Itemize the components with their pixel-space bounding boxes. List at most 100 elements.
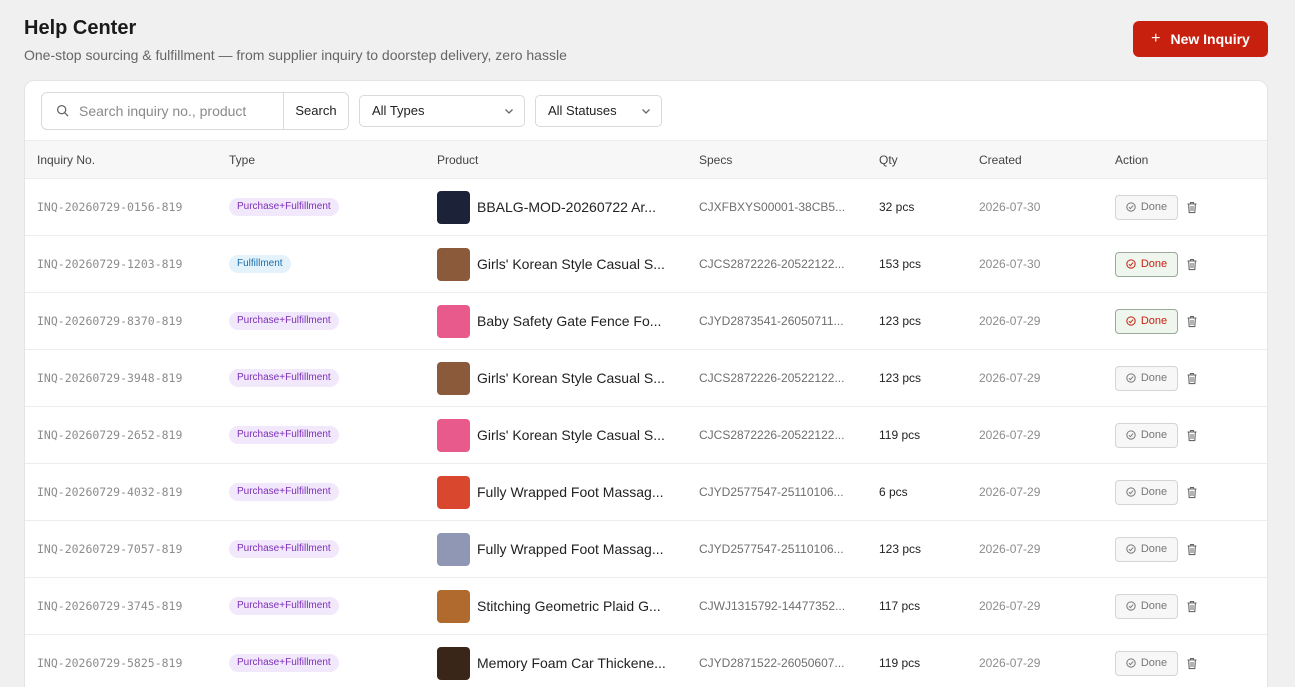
done-button[interactable]: Done	[1115, 593, 1178, 619]
delete-button[interactable]	[1186, 657, 1198, 670]
created-date: 2026-07-29	[979, 428, 1041, 442]
done-label: Done	[1140, 657, 1168, 669]
product-cell: Girls' Korean Style Casual S...	[437, 247, 687, 281]
page-title: Help Center	[24, 17, 137, 39]
type-filter-value: All Types	[372, 103, 425, 118]
column-header-type: Type	[217, 140, 425, 179]
type-badge: Fulfillment	[229, 255, 291, 273]
done-button[interactable]: Done	[1115, 650, 1178, 676]
specs-value: CJCS2872226-20522122...	[699, 371, 845, 385]
product-name: BBALG-MOD-20260722 Ar...	[477, 199, 656, 215]
done-button[interactable]: Done	[1115, 422, 1178, 448]
inquiry-number: INQ-20260729-2652-819	[37, 428, 183, 442]
type-badge: Purchase+Fulfillment	[229, 483, 339, 501]
created-date: 2026-07-29	[979, 485, 1041, 499]
type-badge: Purchase+Fulfillment	[229, 597, 339, 615]
page-header: Help Center One-stop sourcing & fulfillm…	[24, 16, 567, 64]
created-date: 2026-07-29	[979, 656, 1041, 670]
column-header-action: Action	[1103, 140, 1267, 179]
search-button[interactable]: Search	[283, 92, 348, 129]
table-row: INQ-20260729-1203-819 Fulfillment Girls'…	[25, 235, 1267, 293]
delete-button[interactable]	[1186, 258, 1198, 271]
created-date: 2026-07-29	[979, 371, 1041, 385]
delete-button[interactable]	[1186, 315, 1198, 328]
done-button[interactable]: Done	[1115, 536, 1178, 562]
chevron-down-icon	[642, 108, 650, 114]
product-cell: Girls' Korean Style Casual S...	[437, 361, 687, 395]
delete-button[interactable]	[1186, 600, 1198, 613]
new-inquiry-label: New Inquiry	[1170, 31, 1250, 47]
qty-value: 123 pcs	[879, 371, 922, 385]
product-thumbnail	[437, 589, 470, 623]
inquiry-number: INQ-20260729-8370-819	[37, 314, 183, 328]
plus-icon: +	[1151, 30, 1161, 47]
product-name: Fully Wrapped Foot Massag...	[477, 484, 664, 500]
trash-icon	[1187, 429, 1197, 441]
column-header-qty: Qty	[867, 140, 967, 179]
delete-button[interactable]	[1186, 201, 1198, 214]
type-badge: Purchase+Fulfillment	[229, 198, 339, 216]
inquiry-number: INQ-20260729-4032-819	[37, 485, 183, 499]
inquiry-number: INQ-20260729-5825-819	[37, 656, 183, 670]
search-box[interactable]	[42, 93, 283, 129]
done-button[interactable]: Done	[1115, 479, 1178, 505]
done-button[interactable]: Done	[1115, 308, 1178, 334]
specs-value: CJYD2577547-25110106...	[699, 542, 844, 556]
product-name: Memory Foam Car Thickene...	[477, 655, 666, 671]
done-button[interactable]: Done	[1115, 365, 1178, 391]
trash-icon	[1187, 486, 1197, 498]
table-row: INQ-20260729-8370-819 Purchase+Fulfillme…	[25, 292, 1267, 350]
delete-button[interactable]	[1186, 429, 1198, 442]
page-subtitle: One-stop sourcing & fulfillment — from s…	[24, 47, 567, 63]
check-circle-icon	[1126, 259, 1136, 269]
done-label: Done	[1140, 258, 1168, 270]
product-thumbnail	[437, 361, 470, 395]
inquiry-card: Search All Types All Statuses Inquiry No…	[24, 80, 1268, 687]
type-filter-select[interactable]: All Types	[359, 94, 525, 127]
table-row: INQ-20260729-0156-819 Purchase+Fulfillme…	[25, 178, 1267, 236]
type-badge: Purchase+Fulfillment	[229, 540, 339, 558]
specs-value: CJYD2873541-26050711...	[699, 314, 844, 328]
table-row: INQ-20260729-2652-819 Purchase+Fulfillme…	[25, 406, 1267, 464]
check-circle-icon	[1126, 316, 1136, 326]
product-name: Fully Wrapped Foot Massag...	[477, 541, 664, 557]
check-circle-icon	[1126, 601, 1136, 611]
done-button[interactable]: Done	[1115, 251, 1178, 277]
done-label: Done	[1140, 600, 1168, 612]
done-label: Done	[1140, 543, 1168, 555]
table-row: INQ-20260729-7057-819 Purchase+Fulfillme…	[25, 520, 1267, 578]
product-thumbnail	[437, 304, 470, 338]
product-thumbnail	[437, 475, 470, 509]
column-header-inquiry: Inquiry No.	[25, 140, 217, 179]
created-date: 2026-07-30	[979, 200, 1041, 214]
qty-value: 153 pcs	[879, 257, 922, 271]
inquiry-number: INQ-20260729-7057-819	[37, 542, 183, 556]
delete-button[interactable]	[1186, 486, 1198, 499]
trash-icon	[1187, 600, 1197, 612]
new-inquiry-button[interactable]: + New Inquiry	[1133, 21, 1268, 57]
delete-button[interactable]	[1186, 543, 1198, 556]
product-thumbnail	[437, 190, 470, 224]
column-header-specs: Specs	[687, 140, 867, 179]
inquiry-number: INQ-20260729-3948-819	[37, 371, 183, 385]
product-cell: BBALG-MOD-20260722 Ar...	[437, 190, 687, 224]
check-circle-icon	[1126, 373, 1136, 383]
inquiry-number: INQ-20260729-3745-819	[37, 599, 183, 613]
trash-icon	[1187, 315, 1197, 327]
delete-button[interactable]	[1186, 372, 1198, 385]
specs-value: CJCS2872226-20522122...	[699, 428, 845, 442]
check-circle-icon	[1126, 430, 1136, 440]
inquiry-number: INQ-20260729-0156-819	[37, 200, 183, 214]
product-name: Stitching Geometric Plaid G...	[477, 598, 661, 614]
trash-icon	[1187, 201, 1197, 213]
action-cell: Done	[1115, 308, 1267, 334]
done-label: Done	[1140, 372, 1168, 384]
product-name: Baby Safety Gate Fence Fo...	[477, 313, 662, 329]
type-badge: Purchase+Fulfillment	[229, 312, 339, 330]
status-filter-select[interactable]: All Statuses	[535, 94, 662, 127]
done-button[interactable]: Done	[1115, 194, 1178, 220]
search-input[interactable]	[79, 102, 247, 119]
qty-value: 32 pcs	[879, 200, 915, 214]
created-date: 2026-07-29	[979, 542, 1041, 556]
table-row: INQ-20260729-5825-819 Purchase+Fulfillme…	[25, 634, 1267, 687]
